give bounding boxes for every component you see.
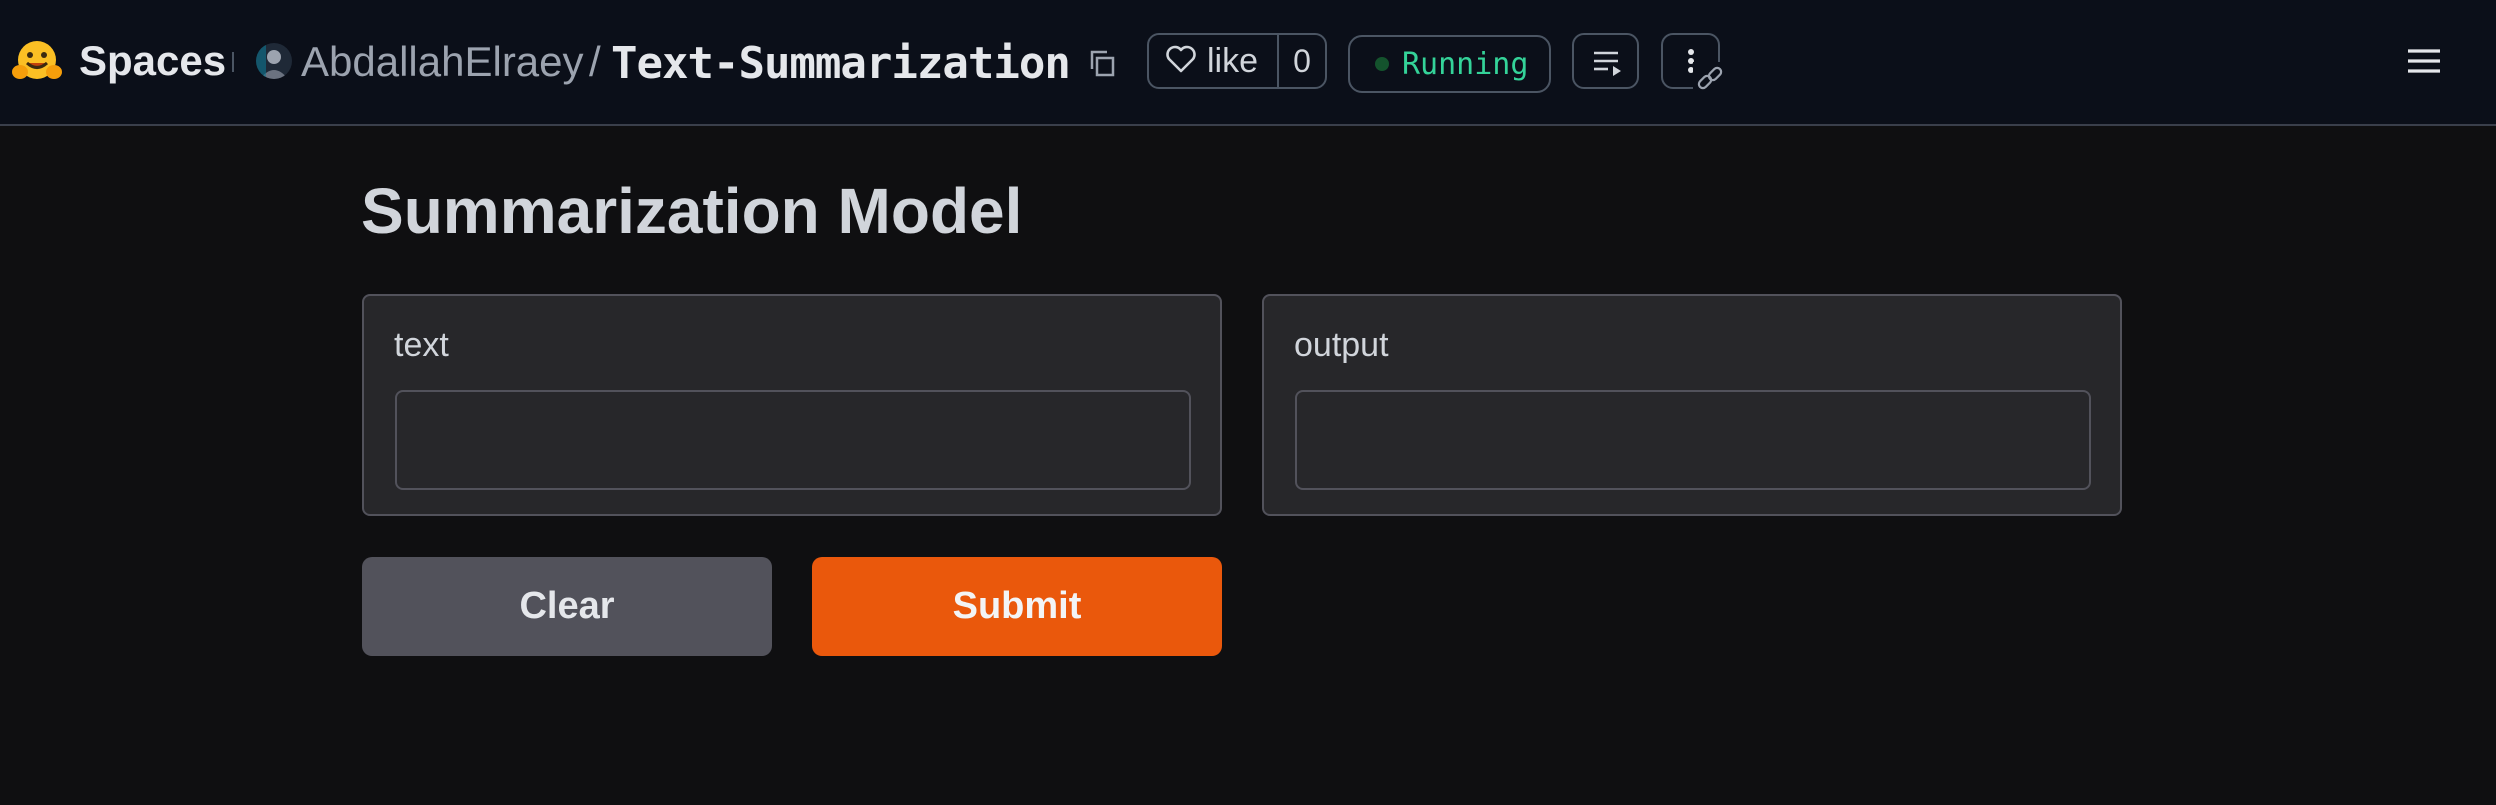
output-label: output xyxy=(1294,326,1389,364)
submit-button[interactable]: Submit xyxy=(812,557,1222,656)
status-label: Running xyxy=(1402,46,1529,82)
page-title: Summarization Model xyxy=(361,175,1023,247)
input-panel: text xyxy=(362,294,1222,516)
logs-icon xyxy=(1594,51,1621,76)
path-separator: / xyxy=(589,38,601,85)
input-label: text xyxy=(394,326,449,364)
hamburger-menu-icon[interactable] xyxy=(2405,44,2443,78)
output-textbox[interactable] xyxy=(1295,390,2091,490)
hugging-face-logo-icon[interactable] xyxy=(12,38,62,84)
heart-icon xyxy=(1165,44,1197,79)
logs-button[interactable] xyxy=(1572,33,1639,89)
output-panel: output xyxy=(1262,294,2122,516)
like-count[interactable]: 0 xyxy=(1279,43,1325,80)
text-input[interactable] xyxy=(395,390,1191,490)
clear-button[interactable]: Clear xyxy=(362,557,772,656)
like-label: like xyxy=(1207,41,1259,80)
status-dot-icon xyxy=(1375,57,1389,71)
copy-icon[interactable] xyxy=(1088,48,1116,78)
top-navbar: Spaces AbdallahElraey / Text-Summarizati… xyxy=(0,0,2496,126)
like-action[interactable]: like xyxy=(1149,35,1279,87)
owner-link[interactable]: AbdallahElraey xyxy=(301,34,584,90)
link-icon[interactable] xyxy=(1693,62,1727,96)
status-badge[interactable]: Running xyxy=(1348,35,1551,93)
repo-name-link[interactable]: Text-Summarization xyxy=(611,36,1071,92)
owner-avatar[interactable] xyxy=(256,43,292,79)
divider xyxy=(232,52,234,72)
spaces-link[interactable]: Spaces xyxy=(79,33,226,89)
like-button[interactable]: like 0 xyxy=(1147,33,1327,89)
